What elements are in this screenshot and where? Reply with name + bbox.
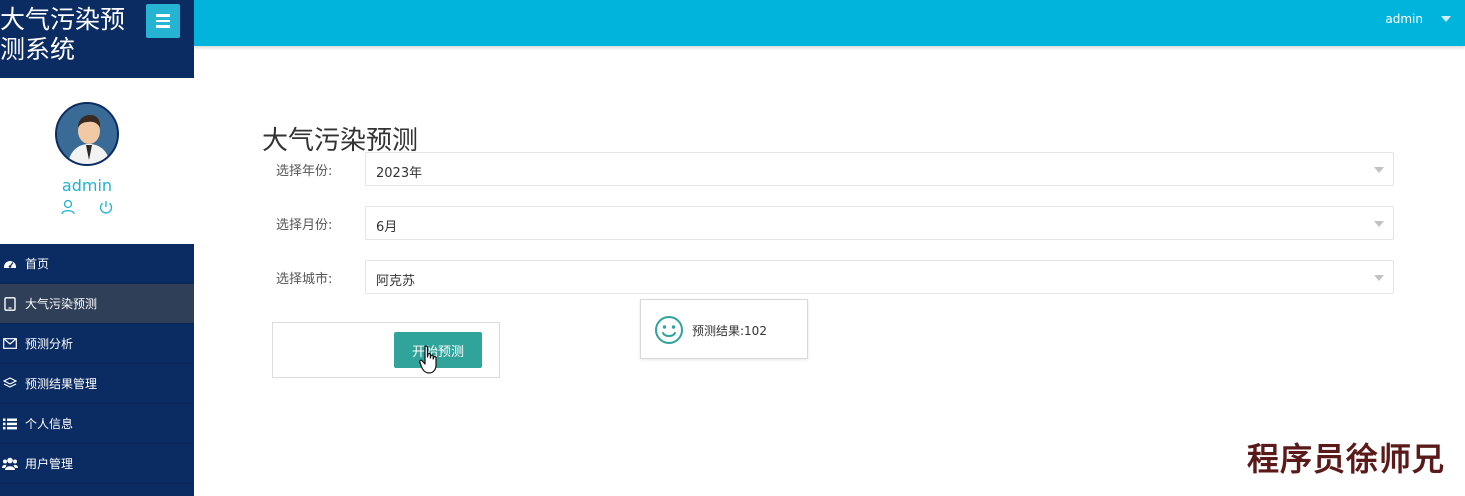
layers-icon [2, 376, 18, 392]
chevron-down-icon [1374, 275, 1384, 281]
avatar [55, 102, 119, 166]
sidebar-item-home[interactable]: 首页 [0, 244, 194, 284]
header-username: admin [1385, 12, 1423, 26]
watermark-text: 程序员徐师兄 [1246, 440, 1445, 478]
sidebar: 大气污染预测系统 admin 首页 大气污染预测 预测分析 预测结果管理 个人信… [0, 0, 194, 496]
users-icon [2, 456, 18, 472]
power-icon[interactable] [96, 198, 116, 216]
month-row: 选择月份: 6月 [262, 206, 1394, 240]
sidebar-item-personal-info[interactable]: 个人信息 [0, 404, 194, 444]
top-header: admin [194, 0, 1465, 46]
forecast-result-text: 预测结果:102 [692, 324, 767, 338]
app-root: 大气污染预测系统 admin 首页 大气污染预测 预测分析 预测结果管理 个人信… [0, 0, 1465, 496]
profile-username: admin [61, 176, 113, 195]
dashboard-icon [2, 256, 18, 272]
sidebar-item-label: 用户管理 [25, 457, 74, 471]
sidebar-item-result-management[interactable]: 预测结果管理 [0, 364, 194, 404]
city-select[interactable]: 阿克苏 [365, 260, 1394, 294]
sidebar-brand: 大气污染预测系统 [0, 0, 194, 78]
action-panel: 开始预测 [272, 322, 500, 378]
month-select-value: 6月 [376, 220, 398, 235]
user-profile: admin [0, 78, 194, 244]
sidebar-item-label: 个人信息 [25, 417, 74, 431]
envelope-icon [2, 336, 18, 352]
year-label: 选择年份: [276, 164, 333, 179]
sidebar-nav: 首页 大气污染预测 预测分析 预测结果管理 个人信息 用户管理 [0, 244, 194, 496]
hamburger-icon-bar [156, 25, 170, 28]
city-label: 选择城市: [276, 272, 333, 287]
caret-down-icon [1441, 16, 1451, 22]
year-select-value: 2023年 [376, 166, 423, 181]
avatar-person-icon [57, 104, 117, 164]
sidebar-item-label: 预测结果管理 [25, 377, 98, 391]
app-title: 大气污染预测系统 [0, 5, 126, 64]
sidebar-item-label: 预测分析 [25, 337, 74, 351]
chevron-down-icon [1374, 167, 1384, 173]
chevron-down-icon [1374, 221, 1384, 227]
hamburger-icon-bar [156, 19, 170, 23]
year-row: 选择年份: 2023年 [262, 152, 1394, 186]
year-select[interactable]: 2023年 [365, 152, 1394, 186]
profile-actions [58, 198, 116, 216]
month-select[interactable]: 6月 [365, 206, 1394, 240]
sidebar-item-user-management[interactable]: 用户管理 [0, 444, 194, 484]
city-row: 选择城市: 阿克苏 [262, 260, 1394, 294]
hand-pointer-cursor-icon [419, 345, 437, 374]
hamburger-icon-bar [156, 14, 170, 17]
user-dropdown[interactable]: admin [1385, 12, 1451, 26]
sidebar-item-pollution-forecast[interactable]: 大气污染预测 [0, 284, 194, 324]
city-select-value: 阿克苏 [376, 274, 416, 289]
sidebar-item-forecast-analysis[interactable]: 预测分析 [0, 324, 194, 364]
month-label: 选择月份: [276, 218, 333, 233]
tablet-icon [2, 296, 18, 312]
forecast-result-panel: 预测结果:102 [640, 299, 808, 359]
user-icon[interactable] [58, 198, 78, 216]
list-icon [2, 416, 18, 432]
menu-toggle-button[interactable] [146, 4, 180, 38]
sidebar-item-label: 大气污染预测 [25, 297, 98, 311]
sidebar-item-label: 首页 [25, 257, 50, 271]
smile-icon [655, 316, 683, 344]
